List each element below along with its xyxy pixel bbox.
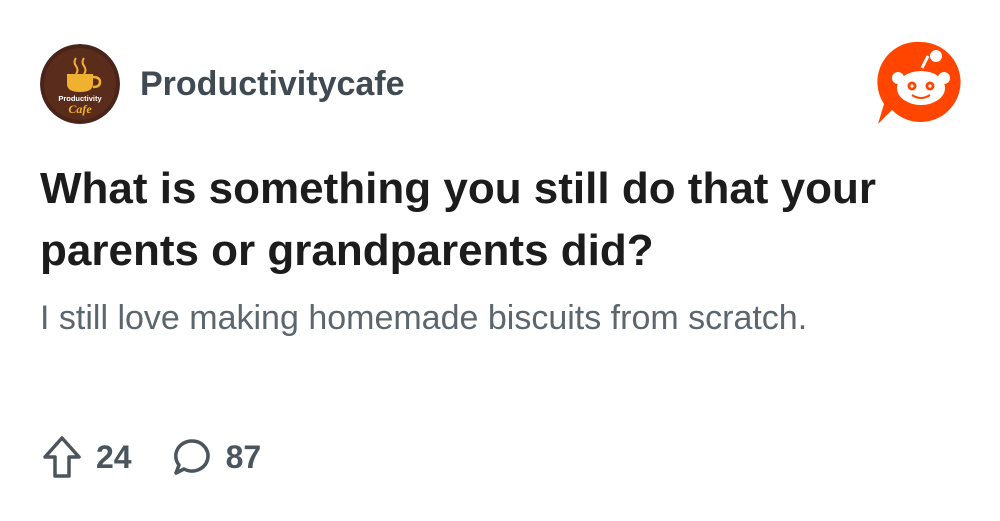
upvote-count: 24: [96, 438, 132, 475]
speech-bubble-icon[interactable]: [170, 435, 214, 479]
svg-text:Cafe: Cafe: [68, 102, 92, 116]
post-stats: 24 87: [40, 432, 261, 482]
post-card: Productivity Cafe Productivitycafe What …: [0, 0, 1000, 521]
arrow-up-icon[interactable]: [40, 435, 84, 479]
reddit-logo: [876, 38, 964, 128]
post-header: Productivity Cafe Productivitycafe: [40, 44, 405, 124]
upvote-stat[interactable]: 24: [40, 435, 132, 479]
post-body: I still love making homemade biscuits fr…: [40, 299, 808, 337]
author-username[interactable]: Productivitycafe: [140, 65, 405, 104]
avatar[interactable]: Productivity Cafe: [40, 44, 120, 124]
post-title[interactable]: What is something you still do that your…: [40, 158, 940, 282]
comment-count: 87: [225, 438, 262, 475]
reddit-snoo-icon: [877, 41, 961, 125]
productivity-cafe-logo-icon: Productivity Cafe: [40, 44, 120, 124]
comment-stat[interactable]: 87: [170, 435, 262, 479]
